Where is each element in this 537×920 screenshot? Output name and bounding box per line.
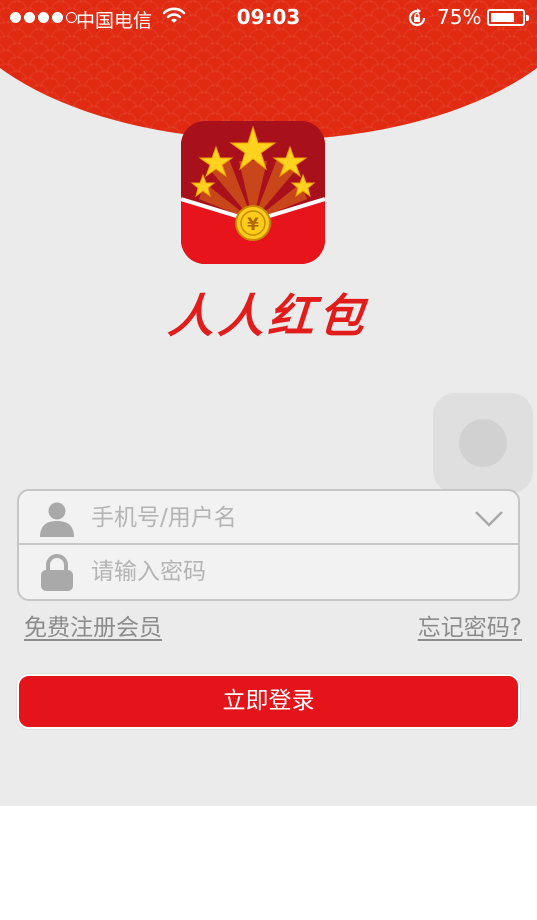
login-screen: 中国电信 09:03 75% ¥ 人人红包 手机号/用户名 免费注册会员 忘记密… <box>0 0 537 806</box>
login-button[interactable]: 立即登录 <box>17 674 520 729</box>
battery-percent: 75% <box>437 5 482 29</box>
register-link[interactable]: 免费注册会员 <box>24 608 162 642</box>
assistive-touch-button[interactable] <box>433 393 533 493</box>
app-logo: ¥ <box>181 121 325 264</box>
account-links: 免费注册会员 忘记密码? <box>24 608 522 642</box>
assistive-touch-icon <box>459 419 507 467</box>
lock-icon <box>41 554 73 591</box>
bottom-blank-area <box>0 806 537 920</box>
password-input[interactable] <box>91 553 471 591</box>
forgot-password-link[interactable]: 忘记密码? <box>418 608 522 642</box>
username-row <box>19 491 518 545</box>
status-bar: 中国电信 09:03 75% <box>0 0 537 36</box>
user-icon <box>40 502 74 537</box>
rotation-lock-icon <box>406 7 428 34</box>
battery-icon <box>487 9 529 26</box>
chevron-down-icon[interactable] <box>474 503 504 533</box>
username-input[interactable] <box>91 499 471 537</box>
login-form <box>17 489 520 601</box>
red-envelope-stars-icon: ¥ <box>181 121 325 264</box>
app-name: 人人红包 <box>166 289 371 343</box>
logo-coin-symbol: ¥ <box>247 215 259 235</box>
password-row <box>19 545 518 599</box>
